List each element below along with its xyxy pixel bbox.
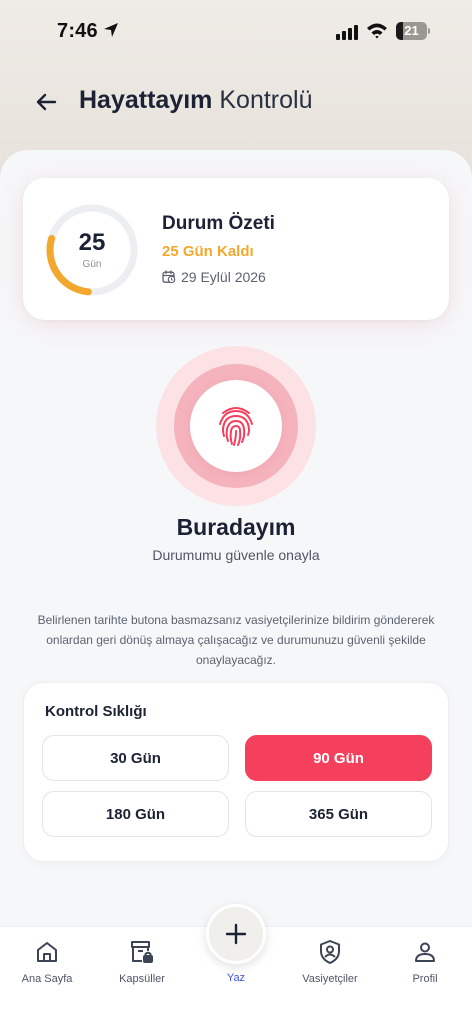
nav-label-write: Yaz [226, 972, 246, 984]
frequency-option-180[interactable]: 180 Gün [42, 791, 229, 837]
page-title: Hayattayım Kontrolü [79, 86, 312, 115]
wifi-icon [366, 22, 388, 45]
location-arrow-icon [103, 22, 119, 43]
home-icon [37, 942, 57, 962]
status-summary-card: 25 Gün Durum Özeti 25 Gün Kaldı 29 Eylül… [23, 178, 449, 320]
nav-item-home[interactable]: Ana Sayfa [7, 937, 87, 985]
frequency-option-90[interactable]: 90 Gün [245, 735, 432, 781]
page-title-bold: Hayattayım [79, 86, 213, 114]
due-date-text: 29 Eylül 2026 [181, 269, 266, 285]
days-remaining-unit: Gün [82, 259, 102, 270]
page-title-light: Kontrolü [219, 86, 313, 114]
checkin-subtitle: Durumumu güvenle onayla [152, 547, 320, 563]
days-remaining-ring: 25 Gün [44, 202, 140, 298]
days-left-label: 25 Gün Kaldı [162, 243, 254, 260]
status-bar: 7:46 21 [0, 0, 472, 62]
write-fab-button[interactable] [206, 904, 266, 964]
status-time: 7:46 [57, 20, 98, 42]
checkin-info-text: Belirlenen tarihte butona basmazsanız va… [37, 613, 435, 667]
shield-user-icon [320, 940, 340, 964]
frequency-card: Kontrol Sıklığı 30 Gün 90 Gün 180 Gün 36… [23, 682, 449, 862]
due-date: 29 Eylül 2026 [162, 269, 266, 285]
nav-label-executors: Vasiyetçiler [302, 973, 358, 985]
fingerprint-icon [219, 407, 253, 446]
calendar-clock-icon [162, 270, 176, 284]
summary-title: Durum Özeti [162, 213, 275, 234]
back-button[interactable] [30, 86, 62, 118]
nav-item-profile[interactable]: Profil [385, 937, 465, 985]
user-icon [415, 942, 435, 962]
plus-icon [225, 923, 247, 945]
battery-indicator: 21 [396, 22, 430, 40]
battery-percentage: 21 [404, 23, 419, 38]
nav-item-executors[interactable]: Vasiyetçiler [290, 937, 370, 985]
capsule-icon [131, 941, 153, 963]
nav-label-profile: Profil [412, 973, 438, 985]
nav-label-capsules: Kapsüller [119, 973, 165, 985]
frequency-option-30[interactable]: 30 Gün [42, 735, 229, 781]
arrow-left-icon [36, 93, 57, 111]
days-remaining-value: 25 [78, 229, 106, 256]
nav-label-home: Ana Sayfa [21, 973, 73, 985]
checkin-fingerprint-button[interactable] [156, 346, 316, 506]
nav-item-capsules[interactable]: Kapsüller [102, 937, 182, 985]
frequency-title: Kontrol Sıklığı [45, 703, 147, 720]
checkin-title: Buradayım [176, 514, 296, 540]
frequency-option-365[interactable]: 365 Gün [245, 791, 432, 837]
cellular-signal-icon [336, 24, 358, 40]
